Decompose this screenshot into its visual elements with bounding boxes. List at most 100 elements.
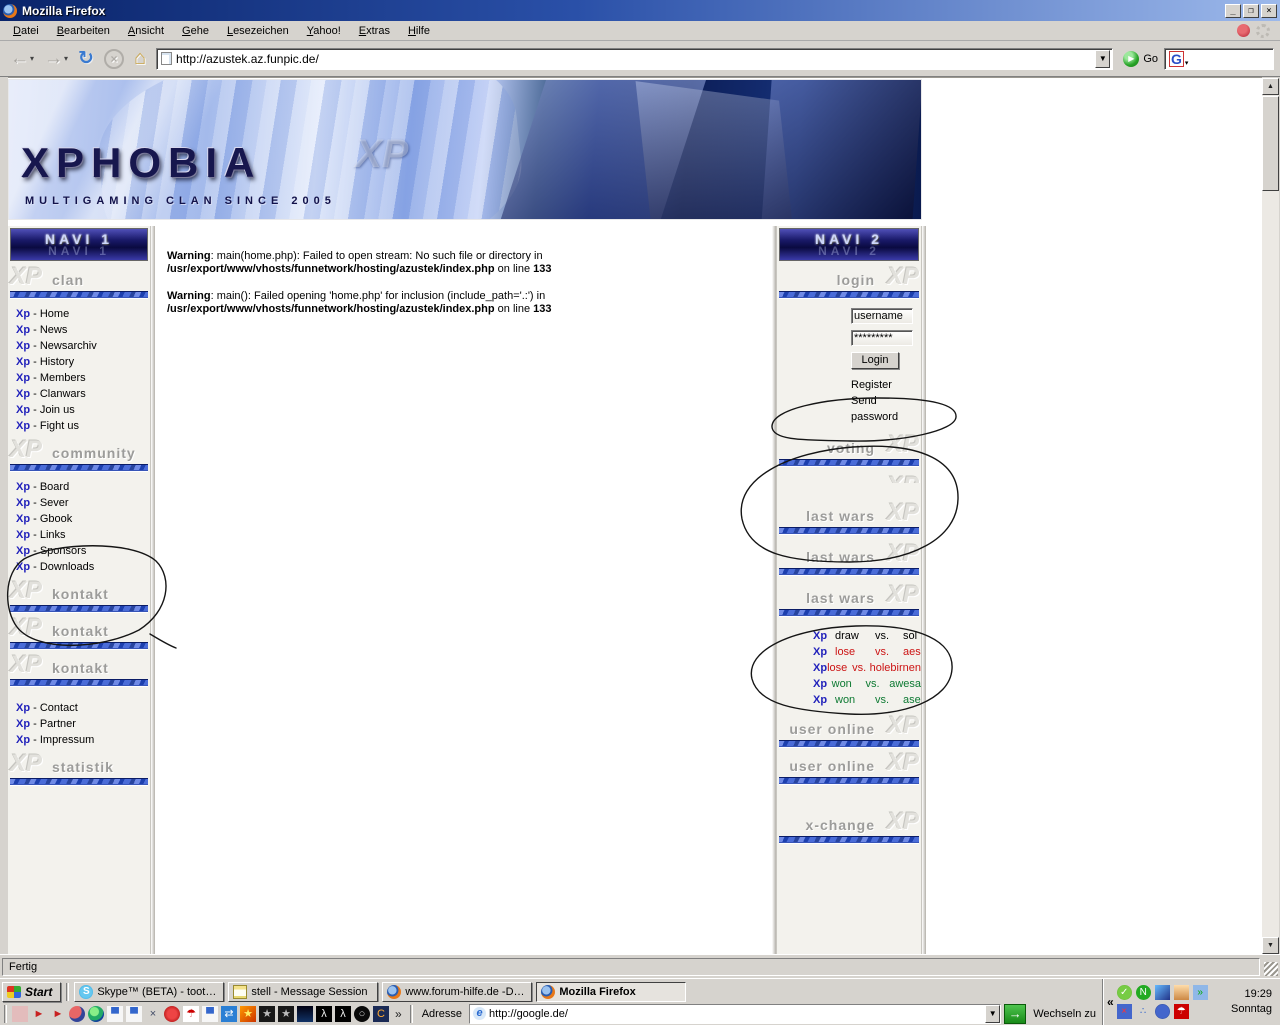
search-box[interactable]: G ▾	[1164, 48, 1274, 70]
nav-link[interactable]: Xp - Board	[16, 479, 150, 495]
password-input[interactable]: *********	[851, 330, 913, 346]
start-button[interactable]: Start	[2, 982, 61, 1002]
dots-icon[interactable]: ∴	[1136, 1004, 1151, 1019]
taskbar-window-button[interactable]: stell - Message Session	[228, 982, 378, 1002]
plane-icon[interactable]: ×	[145, 1006, 161, 1022]
counterstrike-icon[interactable]: λ	[316, 1006, 332, 1022]
nav-link[interactable]: Xp - Links	[16, 527, 150, 543]
xp-watermark: XP	[10, 577, 42, 605]
window-icon[interactable]: ▀	[202, 1006, 218, 1022]
red-ball-icon[interactable]	[164, 1006, 180, 1022]
taskbar-address-bar[interactable]: http://google.de/ ▼	[469, 1004, 1001, 1024]
resize-grip[interactable]	[1264, 962, 1278, 976]
vertical-scrollbar[interactable]: ▲ ▼	[1262, 78, 1279, 954]
war-result-row[interactable]: Xp draw vs. sol	[813, 628, 921, 644]
winamp-flag-icon[interactable]: ►	[31, 1006, 47, 1022]
nav-link[interactable]: Xp - History	[16, 354, 150, 370]
forward-dropdown-icon[interactable]: ▾	[64, 54, 68, 63]
back-dropdown-icon[interactable]: ▾	[30, 54, 34, 63]
scroll-up-icon[interactable]: ▲	[1262, 78, 1279, 95]
minimize-button[interactable]: _	[1225, 4, 1241, 18]
nav-link[interactable]: Xp - Join us	[16, 402, 150, 418]
taskbar-window-button[interactable]: www.forum-hilfe.de -Da...	[382, 982, 532, 1002]
globe2-icon[interactable]	[1155, 1004, 1170, 1019]
taskbar-window-button[interactable]: Skype™ (BETA) - toothug	[74, 982, 224, 1002]
media-ball-icon[interactable]	[69, 1006, 85, 1022]
avira-icon[interactable]: ☂	[183, 1006, 199, 1022]
nav-link[interactable]: Xp - Sponsors	[16, 543, 150, 559]
username-input[interactable]: username	[851, 308, 913, 324]
menu-item[interactable]: Yahoo!	[298, 23, 350, 39]
register-link[interactable]: Register	[851, 377, 921, 393]
divider	[779, 568, 919, 575]
nav-link[interactable]: Xp - Downloads	[16, 559, 150, 575]
menu-item[interactable]: Bearbeiten	[48, 23, 119, 39]
nav-link[interactable]: Xp - Fight us	[16, 418, 150, 434]
avira-tray-icon[interactable]: ☂	[1174, 1004, 1189, 1019]
war-result-row[interactable]: Xp lose vs. aes	[813, 644, 921, 660]
steam-icon[interactable]: ○	[354, 1006, 370, 1022]
scrollbar-thumb[interactable]	[1262, 96, 1279, 191]
nav-link[interactable]: Xp - Gbook	[16, 511, 150, 527]
menu-item[interactable]: Datei	[4, 23, 48, 39]
window-icon[interactable]: ▀	[126, 1006, 142, 1022]
close-button[interactable]: ×	[1261, 4, 1277, 18]
night-icon[interactable]	[297, 1006, 313, 1022]
go-button[interactable]: ▶ Go	[1119, 51, 1162, 67]
update-alert-icon[interactable]	[1237, 24, 1250, 37]
nav-link[interactable]: Xp - Newsarchiv	[16, 338, 150, 354]
search-dropdown-icon[interactable]: ▾	[1185, 59, 1189, 67]
menu-item[interactable]: Lesezeichen	[218, 23, 298, 39]
tray-collapse-icon[interactable]: «	[1107, 995, 1114, 1009]
arrows-icon[interactable]: ⇄	[221, 1006, 237, 1022]
forward-button[interactable]: → ▾	[40, 45, 72, 73]
war-result-row[interactable]: Xp won vs. ase	[813, 692, 921, 708]
nav-link[interactable]: Xp - Home	[16, 306, 150, 322]
taskbar-address-input[interactable]: http://google.de/	[489, 1008, 985, 1020]
home-button[interactable]: ⌂	[130, 45, 150, 73]
reload-button[interactable]: ↻	[74, 45, 98, 73]
winamp-flag-icon[interactable]: ►	[50, 1006, 66, 1022]
address-bar[interactable]: http://azustek.az.funpic.de/ ▼	[156, 48, 1113, 70]
back-button[interactable]: ← ▾	[6, 45, 38, 73]
nav-link[interactable]: Xp - Clanwars	[16, 386, 150, 402]
messenger-icon[interactable]	[1155, 985, 1170, 1000]
mail-icon[interactable]	[12, 1006, 28, 1022]
war-result-row[interactable]: Xp won vs. awesa	[813, 676, 921, 692]
war-result-row[interactable]: Xp lose vs. holebirnen	[813, 660, 921, 676]
nav-link[interactable]: Xp - Members	[16, 370, 150, 386]
menu-item[interactable]: Hilfe	[399, 23, 439, 39]
skype-status-icon[interactable]: ✓	[1117, 985, 1132, 1000]
book-icon[interactable]	[1174, 985, 1189, 1000]
counterstrike-icon[interactable]: λ	[335, 1006, 351, 1022]
login-button[interactable]: Login	[851, 352, 899, 369]
address-input[interactable]: http://azustek.az.funpic.de/	[176, 52, 1095, 66]
star-icon[interactable]: ★	[278, 1006, 294, 1022]
send-password-link[interactable]: Send password	[851, 393, 921, 425]
nav-link[interactable]: Xp - Impressum	[16, 732, 150, 748]
nav-link[interactable]: Xp - Partner	[16, 716, 150, 732]
nav-link[interactable]: Xp - News	[16, 322, 150, 338]
globe-icon[interactable]	[88, 1006, 104, 1022]
menu-item[interactable]: Extras	[350, 23, 399, 39]
network-icon[interactable]: »	[1193, 985, 1208, 1000]
switch-to-button[interactable]: →	[1004, 1004, 1026, 1024]
taskbar-window-button[interactable]: Mozilla Firefox	[536, 982, 686, 1002]
menu-item[interactable]: Gehe	[173, 23, 218, 39]
taskbar-address-dropdown-icon[interactable]: ▼	[985, 1005, 1000, 1023]
star-icon[interactable]: ★	[259, 1006, 275, 1022]
nav-link[interactable]: Xp - Sever	[16, 495, 150, 511]
quicklaunch-overflow-icon[interactable]: »	[392, 1007, 405, 1021]
restore-button[interactable]: ❐	[1243, 4, 1259, 18]
na-icon[interactable]: N	[1136, 985, 1151, 1000]
game-icon[interactable]: ★	[240, 1006, 256, 1022]
menu-item[interactable]: Ansicht	[119, 23, 173, 39]
window-icon[interactable]: ▀	[107, 1006, 123, 1022]
offline-icon[interactable]: ×	[1117, 1004, 1132, 1019]
nav-link[interactable]: Xp - Contact	[16, 700, 150, 716]
address-dropdown-icon[interactable]: ▼	[1095, 50, 1110, 68]
tray-clock[interactable]: 19:29 Sonntag	[1231, 987, 1280, 1017]
scroll-down-icon[interactable]: ▼	[1262, 937, 1279, 954]
stop-button[interactable]: ×	[100, 45, 128, 73]
css-icon[interactable]: C	[373, 1006, 389, 1022]
